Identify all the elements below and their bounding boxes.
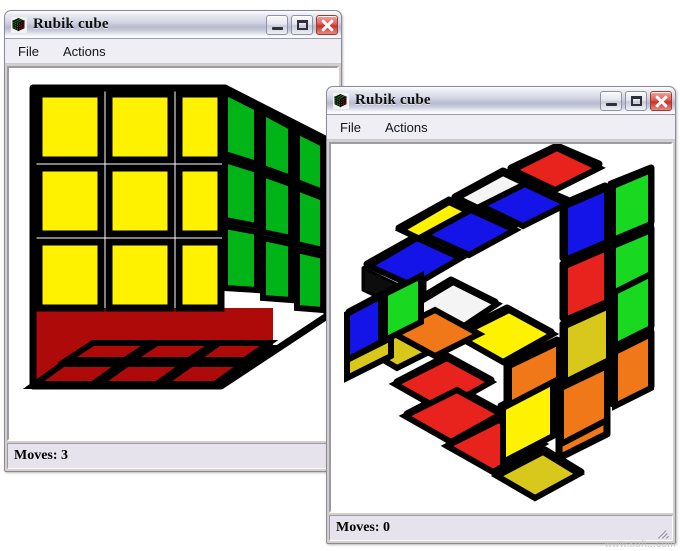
cube-canvas-2[interactable] <box>329 142 673 513</box>
close-button[interactable] <box>650 90 672 111</box>
cube-canvas-1[interactable] <box>7 66 339 441</box>
minimize-button[interactable] <box>266 14 288 35</box>
menu-bar: File Actions <box>5 39 341 64</box>
rubik-cube-scrambled <box>344 144 655 502</box>
menu-file[interactable]: File <box>337 119 364 136</box>
rubik-cube-solved <box>22 84 331 390</box>
resize-grip[interactable] <box>656 525 670 539</box>
status-bar-1: Moves: 3 <box>7 443 339 469</box>
maximize-button[interactable] <box>625 90 647 111</box>
rubik-cube-icon <box>11 16 27 33</box>
rubik-cube-icon <box>333 92 349 109</box>
close-button[interactable] <box>316 14 338 35</box>
window-controls <box>600 90 672 111</box>
title-bar[interactable]: Rubik cube <box>5 11 341 39</box>
menu-actions[interactable]: Actions <box>60 43 109 60</box>
moves-counter: Moves: 3 <box>14 448 69 463</box>
window-controls <box>266 14 338 35</box>
status-bar-2: Moves: 0 <box>329 515 673 541</box>
window-rubik-cube-1[interactable]: Rubik cube File Actions Moves: 3 <box>4 10 342 472</box>
watermark-text: www.soft...com <box>604 539 676 550</box>
moves-counter: Moves: 0 <box>336 520 391 535</box>
minimize-button[interactable] <box>600 90 622 111</box>
menu-bar: File Actions <box>327 115 675 140</box>
window-rubik-cube-2[interactable]: Rubik cube File Actions Moves: 0 <box>326 86 676 544</box>
menu-file[interactable]: File <box>15 43 42 60</box>
window-title: Rubik cube <box>33 16 109 32</box>
menu-actions[interactable]: Actions <box>382 119 431 136</box>
title-bar[interactable]: Rubik cube <box>327 87 675 115</box>
maximize-button[interactable] <box>291 14 313 35</box>
window-title: Rubik cube <box>355 92 431 108</box>
